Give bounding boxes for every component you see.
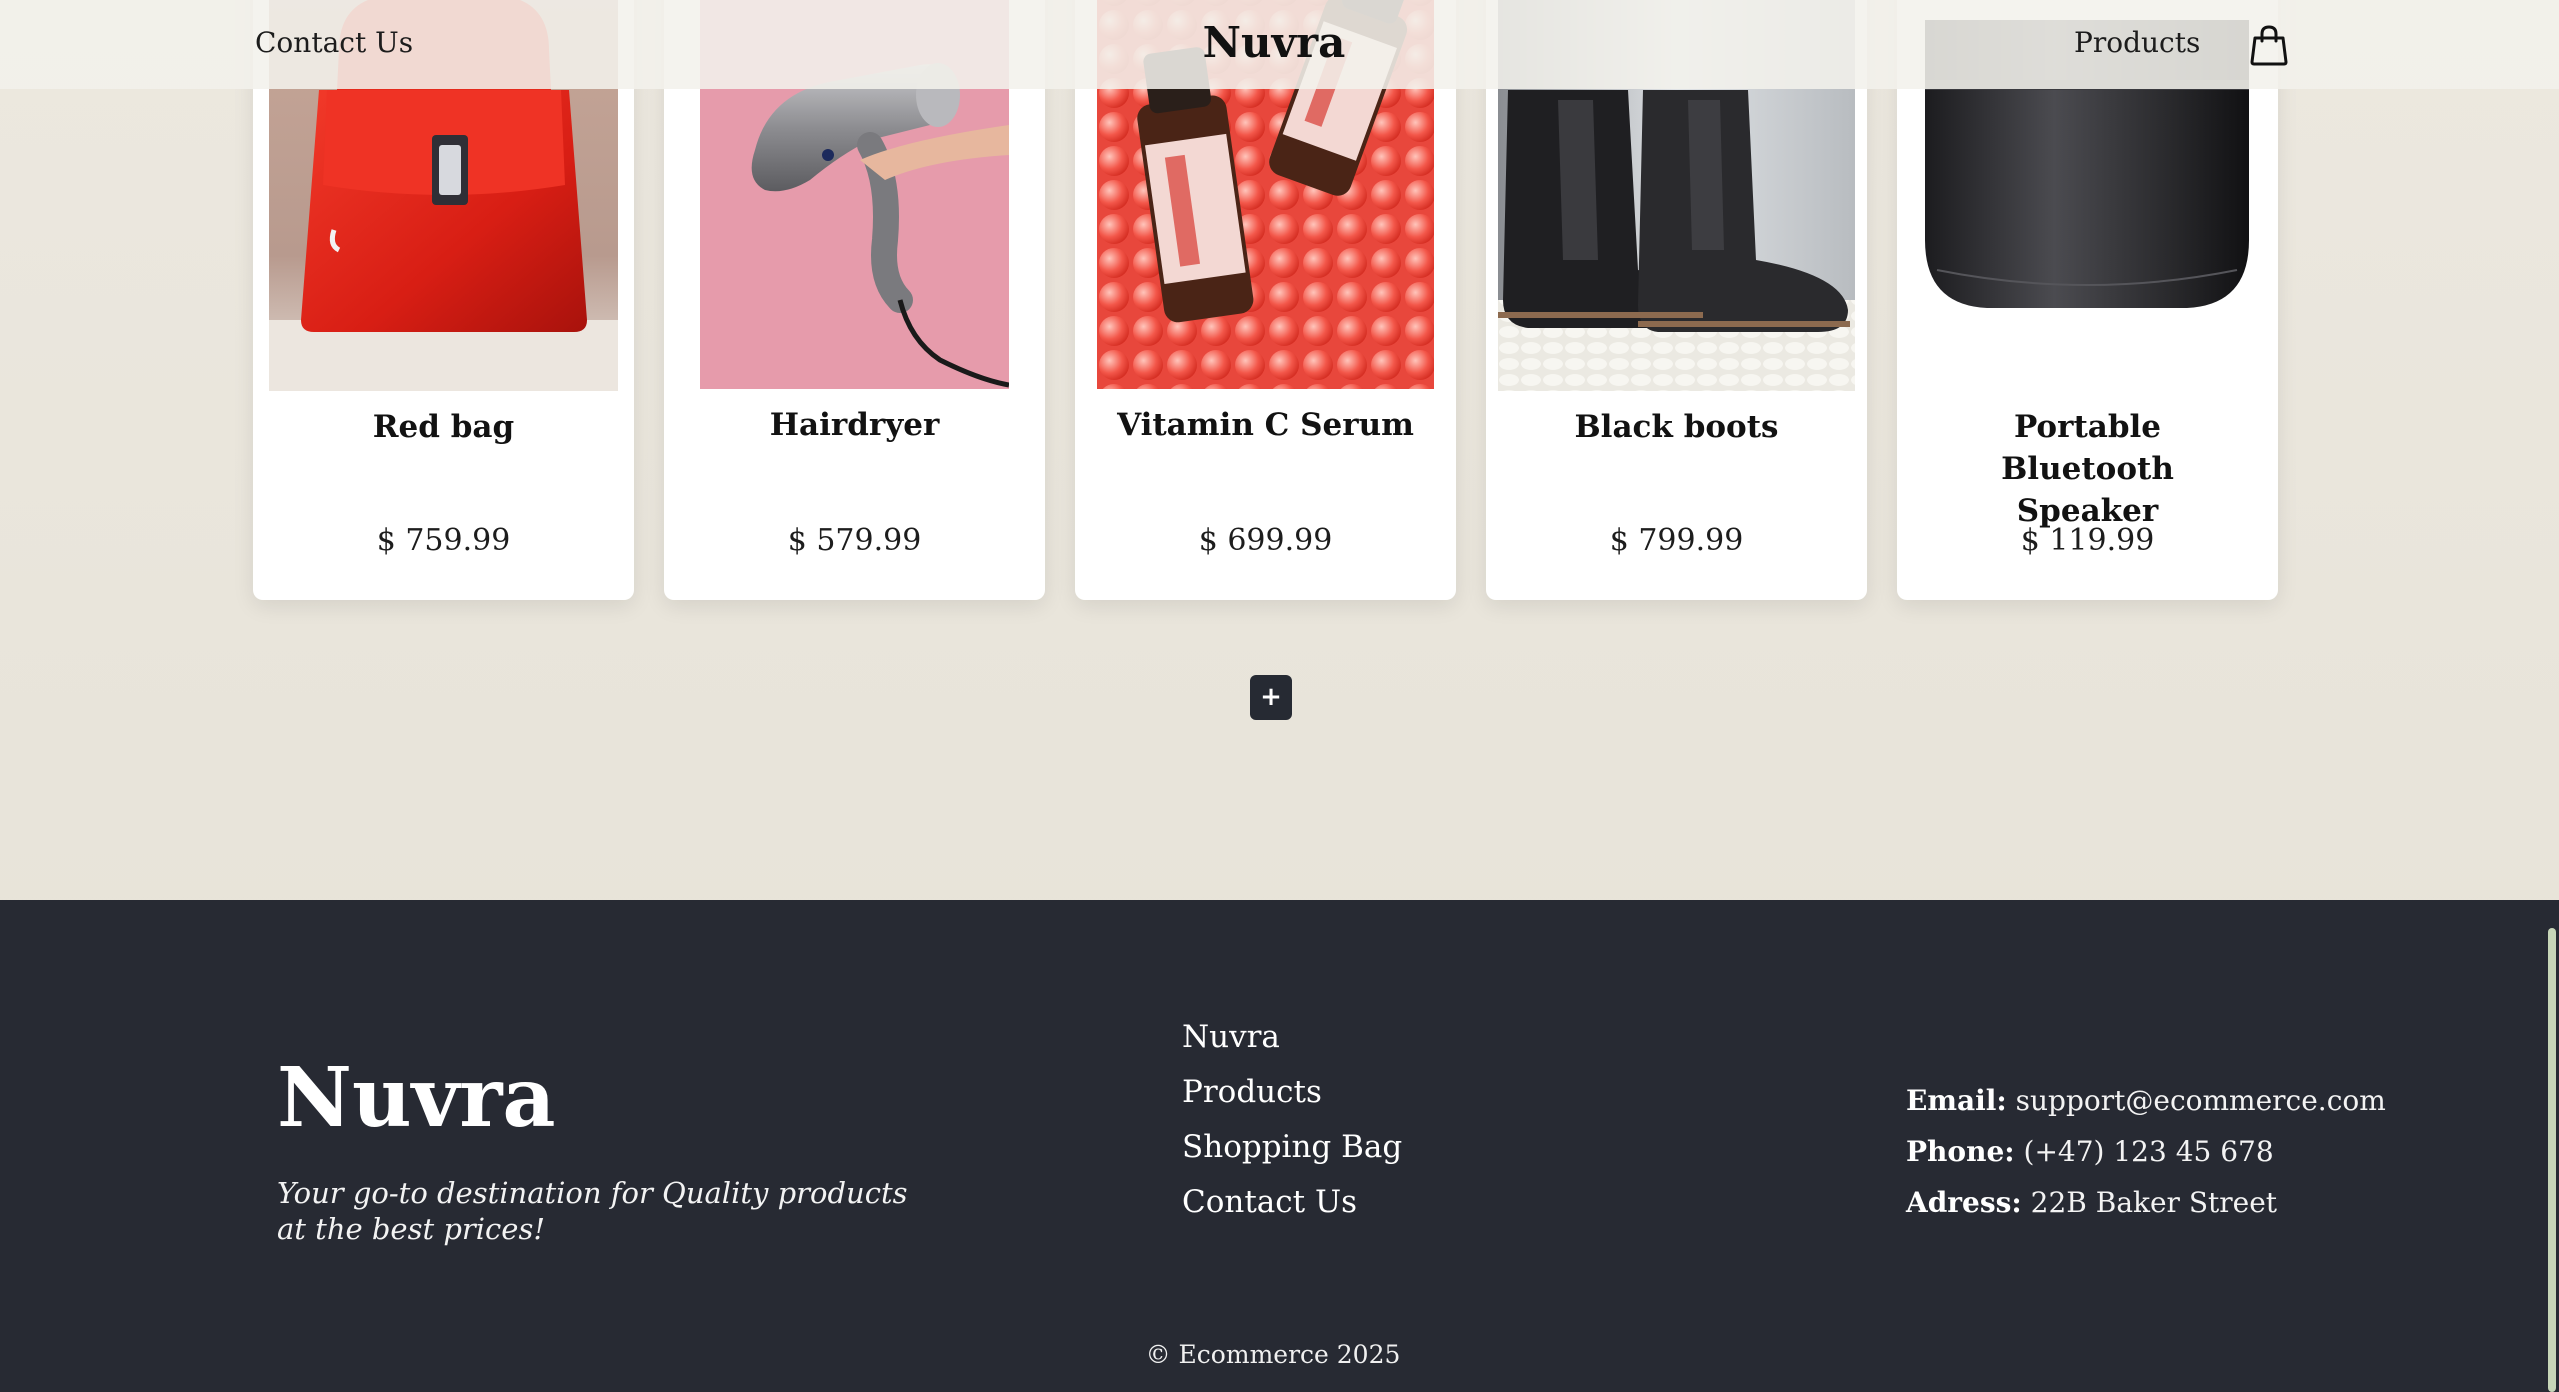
product-grid: Red bag $ 759.99 Hairdryer $ 579.99 Vita… [253,0,2278,600]
product-card[interactable]: Vitamin C Serum $ 699.99 [1075,0,1456,600]
nav-products-link[interactable]: Products [2074,26,2200,59]
product-price: $ 119.99 [2020,523,2155,558]
header-logo[interactable]: Nuvra [1174,18,1374,67]
load-more-button[interactable]: + [1250,675,1292,720]
footer-contact-info: Email: support@ecommerce.com Phone: (+47… [1906,1075,2386,1228]
product-card[interactable]: Red bag $ 759.99 [253,0,634,600]
product-price: $ 759.99 [376,523,511,558]
product-name[interactable]: Vitamin C Serum [1105,404,1426,446]
contact-phone-label: Phone: [1906,1135,2015,1168]
product-price: $ 699.99 [1198,523,1333,558]
contact-email-value: support@ecommerce.com [2015,1084,2386,1117]
product-name[interactable]: Portable Bluetooth Speaker [1927,406,2248,532]
footer-link-nuvra[interactable]: Nuvra [1182,1010,1402,1065]
footer-link-products[interactable]: Products [1182,1065,1402,1120]
contact-phone-row: Phone: (+47) 123 45 678 [1906,1126,2386,1177]
footer: Nuvra Your go-to destination for Quality… [0,900,2546,1392]
product-card[interactable]: Hairdryer $ 579.99 [664,0,1045,600]
top-navbar: Contact Us Nuvra Products [0,0,2559,89]
product-name[interactable]: Hairdryer [694,404,1015,446]
footer-logo: Nuvra [277,1050,556,1146]
nav-contact-us-link[interactable]: Contact Us [255,26,413,59]
contact-address-row: Adress: 22B Baker Street [1906,1177,2386,1228]
footer-copyright: © Ecommerce 2025 [1145,1340,1401,1369]
product-card[interactable]: Portable Bluetooth Speaker $ 119.99 [1897,0,2278,600]
footer-nav: Nuvra Products Shopping Bag Contact Us [1182,1010,1402,1230]
page: Red bag $ 759.99 Hairdryer $ 579.99 Vita… [0,0,2559,1392]
product-price: $ 579.99 [787,523,922,558]
contact-address-label: Adress: [1906,1186,2022,1219]
footer-tagline: Your go-to destination for Quality produ… [277,1176,908,1246]
contact-phone-value: (+47) 123 45 678 [2023,1135,2274,1168]
product-name[interactable]: Red bag [283,406,604,448]
footer-link-contact-us[interactable]: Contact Us [1182,1175,1402,1230]
contact-email-label: Email: [1906,1084,2007,1117]
contact-email-row: Email: support@ecommerce.com [1906,1075,2386,1126]
product-price: $ 799.99 [1609,523,1744,558]
contact-address-value: 22B Baker Street [2030,1186,2278,1219]
footer-link-shopping-bag[interactable]: Shopping Bag [1182,1120,1402,1175]
shopping-bag-icon[interactable] [2250,24,2288,66]
scrollbar-thumb[interactable] [2548,928,2556,1392]
product-name[interactable]: Black boots [1516,406,1837,448]
product-card[interactable]: Black boots $ 799.99 [1486,0,1867,600]
